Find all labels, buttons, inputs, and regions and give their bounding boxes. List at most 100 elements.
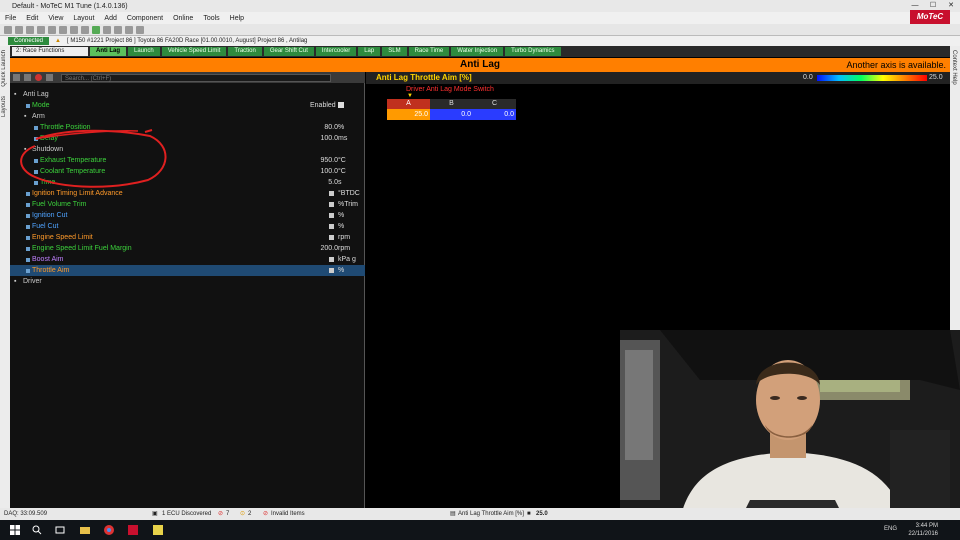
error-count[interactable]: 7 bbox=[226, 508, 229, 520]
channel-tree-panel: Search... (Ctrl+F) ▪ Anti Lag Mode Enabl… bbox=[10, 72, 365, 508]
left-side-strip: Quick Launch Layouts bbox=[0, 46, 10, 508]
invalid-icon: ⊘ bbox=[263, 511, 269, 517]
table-icon bbox=[26, 236, 30, 240]
color-scale-bar bbox=[817, 75, 927, 81]
tree-item-fuel-cut[interactable]: Fuel Cut % bbox=[10, 221, 365, 232]
menu-bar: File Edit View Layout Add Component Onli… bbox=[0, 12, 960, 24]
menu-tools[interactable]: Tools bbox=[198, 15, 224, 22]
chrome-icon[interactable] bbox=[104, 525, 114, 535]
tab-gear-shift-cut[interactable]: Gear Shift Cut bbox=[263, 47, 314, 56]
axis-cell-b[interactable]: B bbox=[430, 99, 473, 109]
cut-icon[interactable] bbox=[37, 25, 45, 34]
worksheet-tab-bar: 2: Race Functions Anti Lag Launch Vehicl… bbox=[10, 46, 950, 57]
connect-icon[interactable] bbox=[92, 25, 100, 34]
tree-group-driver[interactable]: ▪ Driver bbox=[10, 276, 365, 287]
table-cell-c[interactable]: 0.0 bbox=[473, 109, 516, 120]
tab-lap[interactable]: Lap bbox=[358, 47, 381, 56]
search-icon[interactable] bbox=[32, 525, 42, 535]
motec-logo: MoTeC bbox=[910, 10, 950, 24]
computer-icon: ▣ bbox=[152, 511, 158, 517]
system-clock[interactable]: 3:44 PM 22/11/2016 bbox=[908, 522, 938, 538]
send-icon[interactable] bbox=[103, 25, 111, 34]
status-bar: DAQ: 33:09.509 ▣ 1 ECU Discovered ⊘ 7 ⊙ … bbox=[0, 508, 960, 520]
new-icon[interactable] bbox=[4, 25, 12, 34]
tree-item-throttle-aim[interactable]: Throttle Aim % bbox=[10, 265, 365, 276]
retrieve-icon[interactable] bbox=[114, 25, 122, 34]
table-edit-icon[interactable] bbox=[329, 224, 334, 229]
table-edit-icon[interactable] bbox=[329, 268, 334, 273]
tab-traction[interactable]: Traction bbox=[228, 47, 262, 56]
worksheet-title: Anti Lag bbox=[460, 59, 500, 70]
table-edit-icon[interactable] bbox=[329, 213, 334, 218]
table-edit-icon[interactable] bbox=[329, 235, 334, 240]
tab-turbo-dynamics[interactable]: Turbo Dynamics bbox=[505, 47, 561, 56]
file-explorer-icon[interactable] bbox=[80, 525, 90, 535]
table-cell-b[interactable]: 0.0 bbox=[430, 109, 473, 120]
language-indicator[interactable]: ENG bbox=[884, 526, 897, 532]
windows-start-icon[interactable] bbox=[10, 525, 20, 535]
warning-count[interactable]: 2 bbox=[248, 508, 251, 520]
presenter-video bbox=[620, 330, 960, 520]
redo-icon[interactable] bbox=[81, 25, 89, 34]
annotation-circle bbox=[20, 129, 167, 188]
task-view-icon[interactable] bbox=[55, 525, 65, 535]
toolbar bbox=[0, 24, 960, 36]
project-info: [ M150 #1221 Project 86 ] Toyota 86 FA20… bbox=[66, 38, 308, 44]
tab-intercooler[interactable]: Intercooler bbox=[315, 47, 357, 56]
tab-water-injection[interactable]: Water Injection bbox=[451, 47, 504, 56]
settings-icon[interactable] bbox=[136, 25, 144, 34]
axis-cell-a[interactable]: A bbox=[387, 99, 430, 109]
tab-race-time[interactable]: Race Time bbox=[408, 47, 450, 56]
table-cell-a[interactable]: 25.0 bbox=[387, 109, 430, 120]
context-help-tab[interactable]: Context Help bbox=[951, 50, 957, 85]
engine-speed-margin-value[interactable]: 200.0 bbox=[320, 243, 338, 254]
expand-icon[interactable]: ▪ bbox=[14, 276, 16, 287]
table-icon bbox=[26, 225, 30, 229]
table-edit-icon[interactable] bbox=[329, 257, 334, 262]
menu-layout[interactable]: Layout bbox=[68, 15, 99, 22]
menu-view[interactable]: View bbox=[43, 15, 68, 22]
tree-item-engine-speed-limit-fuel-margin[interactable]: Engine Speed Limit Fuel Margin 200.0 rpm bbox=[10, 243, 365, 254]
save-icon[interactable] bbox=[26, 25, 34, 34]
menu-online[interactable]: Online bbox=[168, 15, 198, 22]
channel-value: 25.0 bbox=[536, 511, 548, 517]
layouts-tab[interactable]: Layouts bbox=[1, 96, 7, 117]
menu-edit[interactable]: Edit bbox=[21, 15, 43, 22]
table-icon bbox=[26, 258, 30, 262]
channel-name: Anti Lag Throttle Aim [%] bbox=[458, 511, 524, 517]
open-icon[interactable] bbox=[15, 25, 23, 34]
undo-icon[interactable] bbox=[70, 25, 78, 34]
copy-icon[interactable] bbox=[48, 25, 56, 34]
tab-launch[interactable]: Launch bbox=[128, 47, 160, 56]
menu-add[interactable]: Add bbox=[99, 15, 121, 22]
connected-badge: Connected bbox=[8, 37, 50, 45]
tab-vehicle-speed-limit[interactable]: Vehicle Speed Limit bbox=[161, 47, 227, 56]
compare-icon[interactable] bbox=[125, 25, 133, 34]
scale-min: 0.0 bbox=[803, 74, 813, 81]
tree-item-engine-speed-limit[interactable]: Engine Speed Limit rpm bbox=[10, 232, 365, 243]
axis-label: Driver Anti Lag Mode Switch bbox=[406, 86, 494, 93]
paste-icon[interactable] bbox=[59, 25, 67, 34]
windows-taskbar: ENG 3:44 PM 22/11/2016 bbox=[0, 520, 960, 540]
connection-status-line: Connected ▲ [ M150 #1221 Project 86 ] To… bbox=[0, 36, 960, 46]
notes-app-icon[interactable] bbox=[153, 525, 163, 535]
warning-count-icon: ⊙ bbox=[240, 511, 246, 517]
channel-value-icon: ■ bbox=[527, 511, 531, 517]
menu-component[interactable]: Component bbox=[122, 15, 168, 22]
menu-help[interactable]: Help bbox=[225, 15, 249, 22]
quick-launch-tab[interactable]: Quick Launch bbox=[1, 50, 7, 87]
webcam-overlay bbox=[620, 330, 960, 520]
title-bar: Default - MoTeC M1 Tune (1.4.0.136) — ☐ … bbox=[0, 0, 960, 12]
window-title: Default - MoTeC M1 Tune (1.4.0.136) bbox=[12, 2, 128, 10]
axis-available-notice[interactable]: Another axis is available. bbox=[846, 58, 946, 72]
menu-file[interactable]: File bbox=[0, 15, 21, 22]
invalid-items[interactable]: Invalid Items bbox=[271, 508, 305, 520]
tree-item-boost-aim[interactable]: Boost Aim kPa g bbox=[10, 254, 365, 265]
tab-anti-lag[interactable]: Anti Lag bbox=[90, 47, 126, 56]
tab-slm[interactable]: SLM bbox=[382, 47, 407, 56]
table-title: Anti Lag Throttle Aim [%] bbox=[376, 73, 472, 82]
workbook-select[interactable]: 2: Race Functions bbox=[12, 47, 88, 56]
motec-app-icon[interactable] bbox=[128, 525, 138, 535]
axis-cell-c[interactable]: C bbox=[473, 99, 516, 109]
ecu-discovered[interactable]: 1 ECU Discovered bbox=[162, 508, 211, 520]
